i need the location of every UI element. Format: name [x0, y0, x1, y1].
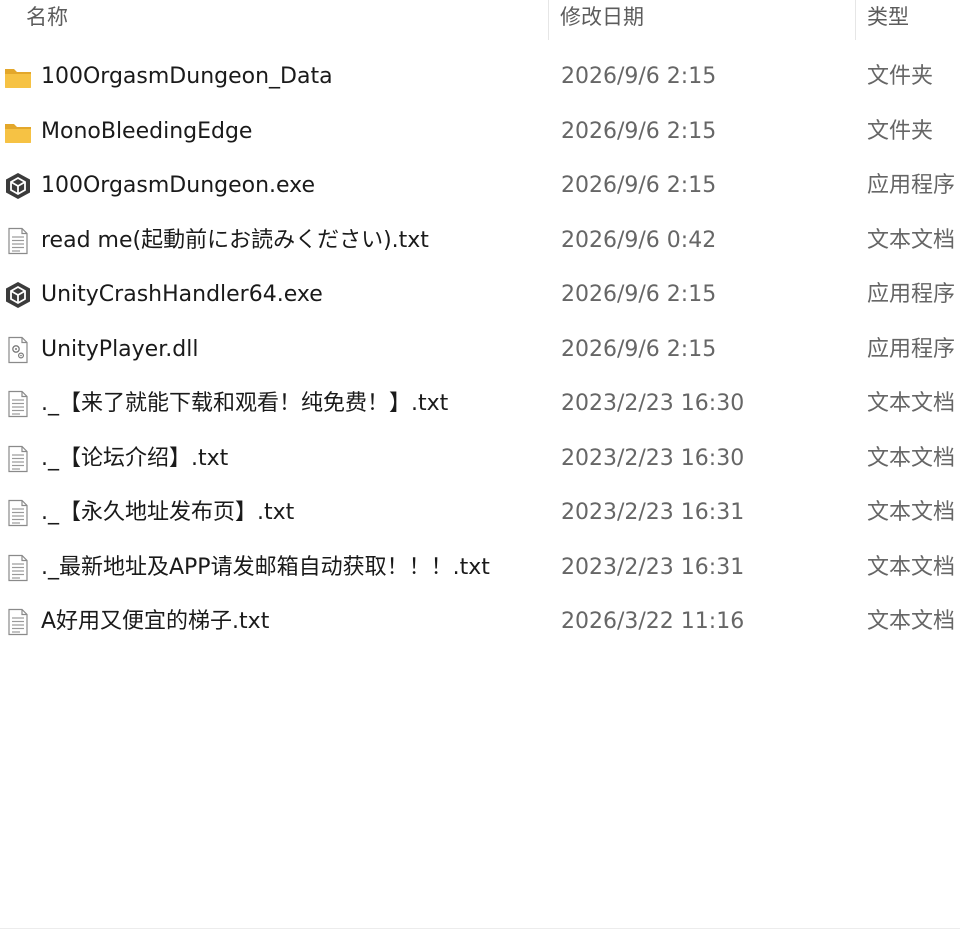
column-header-date-modified[interactable]: 修改日期	[560, 2, 644, 36]
dll-file-icon	[4, 336, 32, 364]
file-name: read me(起動前にお読みください).txt	[41, 227, 429, 253]
unity-icon	[4, 172, 32, 200]
file-type: 文件夹	[867, 118, 934, 144]
file-date-modified: 2026/9/6 0:42	[561, 227, 717, 253]
file-name: ._【论坛介绍】.txt	[41, 445, 229, 471]
file-type: 文本文档	[867, 391, 956, 416]
file-date-modified: 2026/9/6 2:15	[561, 173, 717, 198]
file-row[interactable]: A好用又便宜的梯子.txt 2026/3/22 11:16 文本文档	[0, 595, 960, 650]
file-row[interactable]: read me(起動前にお読みください).txt 2026/9/6 0:42 文本文…	[0, 214, 960, 269]
file-row[interactable]: ._【永久地址发布页】.txt 2023/2/23 16:31 文本文档	[0, 486, 960, 541]
file-row[interactable]: ._【来了就能下载和观看！纯免费！】.txt 2023/2/23 16:30 文本文…	[0, 377, 960, 432]
file-date-modified: 2026/9/6 2:15	[561, 282, 717, 307]
file-name: ._最新地址及APP请发邮箱自动获取！！！.txt	[41, 554, 490, 580]
unity-icon	[4, 281, 32, 309]
file-type: 应用程序	[867, 173, 956, 198]
file-type: 文本文档	[867, 609, 956, 634]
file-name: UnityCrashHandler64.exe	[41, 282, 323, 307]
file-name: ._【来了就能下载和观看！纯免费！】.txt	[41, 391, 449, 416]
file-row[interactable]: UnityPlayer.dll 2026/9/6 2:15 应用程序	[0, 323, 960, 378]
file-date-modified: 2026/9/6 2:15	[561, 336, 717, 362]
file-date-modified: 2026/9/6 2:15	[561, 64, 717, 89]
file-date-modified: 2026/9/6 2:15	[561, 118, 717, 144]
file-row[interactable]: MonoBleedingEdge 2026/9/6 2:15 文件夹	[0, 105, 960, 160]
text-file-icon	[4, 390, 32, 418]
text-file-icon	[4, 608, 32, 636]
file-type: 文本文档	[867, 500, 956, 525]
file-type: 应用程序	[867, 282, 956, 307]
file-date-modified: 2023/2/23 16:31	[561, 554, 745, 580]
file-row[interactable]: ._最新地址及APP请发邮箱自动获取！！！.txt 2023/2/23 16:31…	[0, 541, 960, 596]
text-file-icon	[4, 554, 32, 582]
text-file-icon	[4, 227, 32, 255]
file-row[interactable]: ._【论坛介绍】.txt 2023/2/23 16:30 文本文档	[0, 432, 960, 487]
column-divider[interactable]	[548, 0, 549, 40]
file-name: 100OrgasmDungeon_Data	[41, 64, 333, 89]
list-bottom-border	[0, 928, 960, 929]
file-type: 文本文档	[867, 554, 956, 580]
file-name: 100OrgasmDungeon.exe	[41, 173, 316, 198]
folder-icon	[4, 63, 32, 91]
folder-icon	[4, 118, 32, 146]
file-date-modified: 2023/2/23 16:31	[561, 500, 745, 525]
file-date-modified: 2023/2/23 16:30	[561, 445, 745, 471]
file-date-modified: 2026/3/22 11:16	[561, 609, 745, 634]
file-date-modified: 2023/2/23 16:30	[561, 391, 745, 416]
column-header-type[interactable]: 类型	[867, 2, 909, 36]
text-file-icon	[4, 445, 32, 473]
file-name: A好用又便宜的梯子.txt	[41, 609, 270, 634]
column-header-name[interactable]: 名称	[26, 2, 68, 36]
file-list: 100OrgasmDungeon_Data 2026/9/6 2:15 文件夹 Mon…	[0, 50, 960, 650]
file-name: ._【永久地址发布页】.txt	[41, 500, 295, 525]
file-type: 文本文档	[867, 445, 956, 471]
file-type: 文件夹	[867, 64, 934, 89]
file-type: 应用程序	[867, 336, 956, 362]
column-divider[interactable]	[855, 0, 856, 40]
file-row[interactable]: UnityCrashHandler64.exe 2026/9/6 2:15 应用程序	[0, 268, 960, 323]
file-row[interactable]: 100OrgasmDungeon.exe 2026/9/6 2:15 应用程序	[0, 159, 960, 214]
text-file-icon	[4, 499, 32, 527]
file-name: MonoBleedingEdge	[41, 118, 253, 144]
file-row[interactable]: 100OrgasmDungeon_Data 2026/9/6 2:15 文件夹	[0, 50, 960, 105]
file-type: 文本文档	[867, 227, 956, 253]
column-header-bar: 名称 修改日期 类型	[0, 0, 960, 42]
file-name: UnityPlayer.dll	[41, 336, 199, 362]
